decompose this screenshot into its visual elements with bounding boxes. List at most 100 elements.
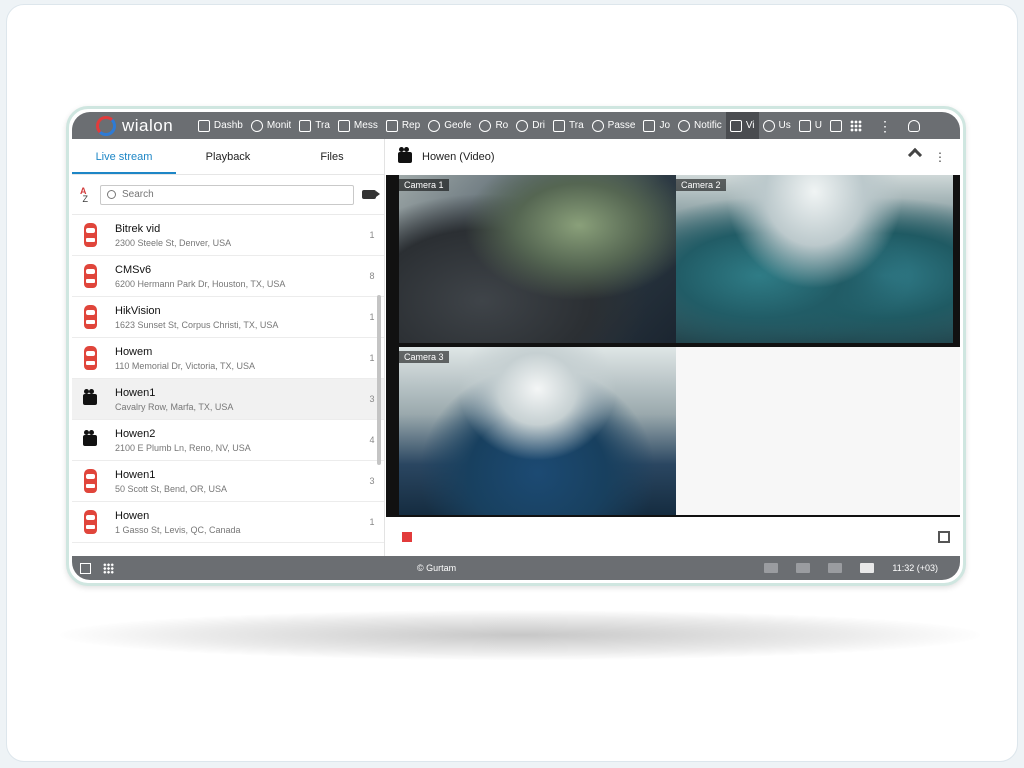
unit-text: CMSv6 6200 Hermann Park Dr, Houston, TX,… [115,264,360,289]
fullscreen-icon[interactable] [938,531,950,543]
nav-item-users[interactable]: Us [759,112,795,139]
tab-live-stream[interactable]: Live stream [72,139,176,174]
book-icon[interactable] [860,563,875,573]
bottom-left-controls [72,562,114,574]
unit-text: HikVision 1623 Sunset St, Corpus Christi… [115,305,360,330]
nav-label: Tra [569,120,584,131]
apps-grid-icon[interactable] [850,119,862,132]
camera-label: Camera 2 [676,179,726,191]
wrench-icon[interactable] [907,147,923,163]
wialon-logo[interactable]: wialon [72,115,184,136]
camera-feed-3[interactable]: Camera 3 [399,347,676,515]
bus-icon [798,119,811,132]
list-item[interactable]: Howem 110 Memorial Dr, Victoria, TX, USA… [72,338,384,379]
nav-item-routes[interactable]: Ro [475,112,512,139]
camera-count: 8 [369,271,375,281]
unit-name: Howen [115,509,150,522]
nav-label: Jo [659,120,671,131]
nav-item-tracks[interactable]: Tra [295,112,334,139]
nav-item-dashboard[interactable]: Dashb [194,112,247,139]
unit-name: HikVision [115,304,161,317]
unit-address: 6200 Hermann Park Dr, Houston, TX, USA [115,278,286,289]
videocam-icon [398,146,412,163]
user-account-icon[interactable] [908,119,920,132]
globe-icon [250,119,263,132]
unit-address: 2300 Steele St, Denver, USA [115,237,232,248]
alarm-icon [678,119,691,132]
unit-name: CMSv6 [115,263,152,276]
list-item[interactable]: CMSv6 6200 Hermann Park Dr, Houston, TX,… [72,256,384,297]
nav-item-notifications[interactable]: Notific [674,112,726,139]
list-item[interactable]: Howen2 2100 E Plumb Ln, Reno, NV, USA 4 [72,420,384,461]
nav-label: Tra [315,120,330,131]
video-grid: Camera 1 Camera 2 Camera 3 [386,175,960,517]
unit-text: Howen1 Cavalry Row, Marfa, TX, USA [115,387,360,412]
car-icon [81,222,99,248]
unit-text: Howem 110 Memorial Dr, Victoria, TX, USA [115,346,360,371]
list-scrollbar[interactable] [377,295,381,465]
unit-name: Bitrek vid [115,222,161,235]
nav-item-tools[interactable] [826,112,850,139]
camera-count: 1 [369,517,375,527]
camera-feed-1[interactable]: Camera 1 [399,175,676,343]
unit-text: Howen1 50 Scott St, Bend, OR, USA [115,469,360,494]
empty-feed-slot [676,347,960,515]
nav-item-jobs[interactable]: Jo [639,112,674,139]
tab-files[interactable]: Files [280,139,384,174]
camera-feed-2[interactable]: Camera 2 [676,175,953,343]
nav-item-monitoring[interactable]: Monit [247,112,295,139]
sort-az-icon[interactable]: A Z [80,186,100,203]
geofence-icon [428,119,441,132]
list-item-selected[interactable]: Howen1 Cavalry Row, Marfa, TX, USA 3 [72,379,384,420]
device-shadow [60,610,980,660]
camera-count: 1 [369,230,375,240]
car-icon [81,345,99,371]
nav-menu: Dashb Monit Tra Mess Rep Geofe Ro Dri Tr… [194,112,850,139]
camera-label: Camera 3 [399,351,449,363]
nav-item-trailers[interactable]: Tra [549,112,588,139]
unit-text: Howen 1 Gasso St, Levis, QC, Canada [115,510,360,535]
tab-playback[interactable]: Playback [176,139,280,174]
nav-item-messages[interactable]: Mess [334,112,382,139]
passenger-icon [591,119,604,132]
driver-icon [516,119,529,132]
video-title: Howen (Video) [422,151,495,163]
nav-label: Notific [694,120,722,131]
report-icon [385,119,398,132]
nav-item-drivers[interactable]: Dri [512,112,549,139]
trailer-icon [553,119,566,132]
stop-record-button[interactable] [402,532,412,542]
unit-address: 2100 E Plumb Ln, Reno, NV, USA [115,442,251,453]
more-vertical-icon[interactable]: ⋮ [878,119,892,133]
tiles-icon[interactable] [103,562,114,574]
video-header: Howen (Video) ⋮ [386,139,960,175]
unit-name: Howem [115,345,153,358]
nav-item-video[interactable]: Vi [725,112,759,139]
list-item[interactable]: Howen1 50 Scott St, Bend, OR, USA 3 [72,461,384,502]
camera-count: 3 [369,476,375,486]
messages-icon [337,119,350,132]
unit-panel: Live stream Playback Files A Z Bitrek vi… [72,139,385,556]
nav-item-units[interactable]: U [795,112,826,139]
panel-toggle-icon[interactable] [80,562,91,574]
unit-text: Howen2 2100 E Plumb Ln, Reno, NV, USA [115,428,360,453]
unit-address: Cavalry Row, Marfa, TX, USA [115,401,234,412]
more-vertical-icon[interactable]: ⋮ [934,150,946,164]
nav-item-passengers[interactable]: Passe [588,112,640,139]
nav-item-reports[interactable]: Rep [382,112,424,139]
mail-icon[interactable] [796,563,811,573]
clock: 11:32 (+03) [892,563,938,573]
copyright: © Gurtam [417,563,457,573]
videocam-icon [81,386,99,412]
card-icon[interactable] [764,563,779,573]
list-item[interactable]: Bitrek vid 2300 Steele St, Denver, USA 1 [72,215,384,256]
nav-item-geofences[interactable]: Geofe [424,112,475,139]
search-input[interactable] [122,189,322,200]
list-item[interactable]: Howen 1 Gasso St, Levis, QC, Canada 1 [72,502,384,543]
list-item[interactable]: HikVision 1623 Sunset St, Corpus Christi… [72,297,384,338]
camera-filter-icon[interactable] [362,190,380,199]
unit-list: Bitrek vid 2300 Steele St, Denver, USA 1… [72,215,384,543]
nav-label: Passe [607,120,636,131]
unit-address: 1 Gasso St, Levis, QC, Canada [115,524,241,535]
image-icon[interactable] [828,563,843,573]
